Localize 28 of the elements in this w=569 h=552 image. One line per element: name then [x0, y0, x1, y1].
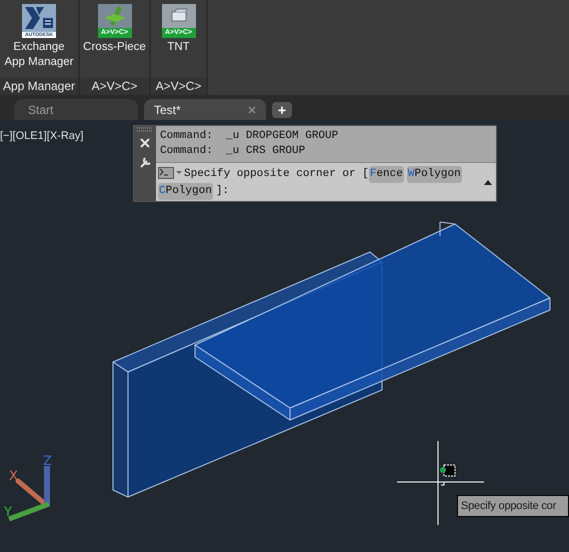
grip-handle-icon[interactable] — [136, 126, 154, 134]
close-icon[interactable] — [248, 106, 256, 114]
command-option[interactable]: WPolygon — [406, 166, 462, 183]
panel-title: A>V>C> — [80, 78, 149, 95]
command-prompt-text: Specify opposite corner or [ — [184, 168, 369, 180]
wrench-icon[interactable] — [138, 156, 152, 169]
command-option[interactable]: CPolygon — [158, 183, 213, 200]
document-tab[interactable]: Test* — [144, 99, 266, 120]
new-tab-button[interactable]: + — [272, 102, 292, 118]
expand-history-icon[interactable] — [484, 180, 492, 185]
exchange-logo-icon — [22, 4, 56, 32]
cursor-tooltip: Specify opposite cor — [457, 495, 569, 517]
document-tab[interactable]: Start — [14, 99, 138, 120]
axis-label: Z — [43, 455, 52, 468]
tnt-logo-icon — [162, 4, 196, 28]
panel-title: A>V>C> — [151, 78, 206, 95]
crosspiece-logo-icon — [98, 4, 132, 28]
axis-label: Y — [4, 506, 12, 519]
command-prompt-icon[interactable] — [158, 167, 174, 180]
command-history-line: Command: _u CRS GROUP — [160, 144, 306, 159]
dropdown-caret-icon[interactable] — [175, 170, 183, 176]
viewport-controls[interactable]: [−][OLE1][X-Ray] — [0, 128, 84, 144]
command-option[interactable]: Fence — [368, 166, 404, 183]
command-prompt-end: ]: — [216, 185, 230, 197]
prompt-chevron-icon — [159, 168, 169, 176]
command-history-line: Command: _u DROPGEOM GROUP — [160, 129, 340, 144]
axis-label: X — [9, 470, 18, 483]
panel-title: App Manager — [0, 78, 78, 95]
